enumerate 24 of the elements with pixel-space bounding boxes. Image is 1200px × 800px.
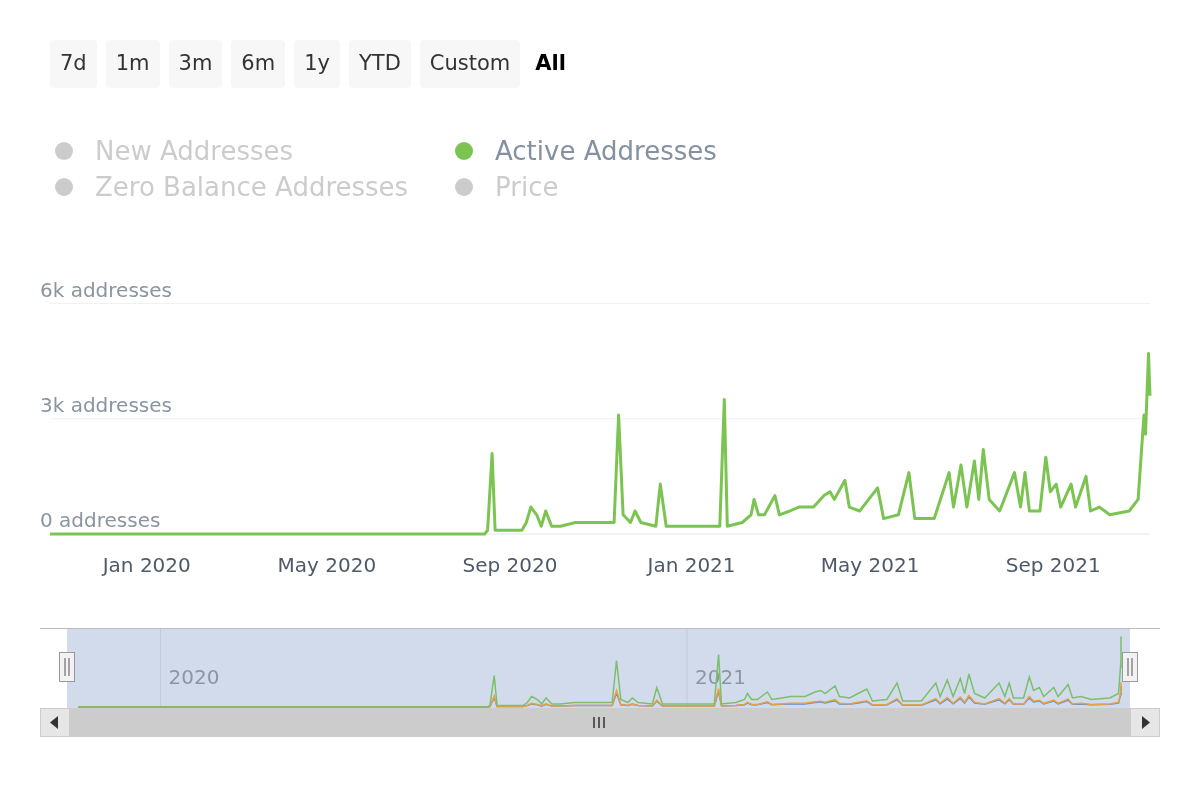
scrollbar-thumb[interactable] <box>67 708 1130 737</box>
x-axis-label: Sep 2021 <box>1005 553 1101 577</box>
range-button[interactable]: All <box>529 40 572 88</box>
navigator-handle[interactable] <box>1122 652 1138 682</box>
navigator-handle[interactable] <box>59 652 75 682</box>
navigator-label: 2020 <box>168 665 220 689</box>
y-axis-label: 0 addresses <box>40 508 161 532</box>
x-axis-label: Jan 2020 <box>102 553 191 577</box>
x-axis-label: Sep 2020 <box>462 553 558 577</box>
grip-icon <box>593 716 605 729</box>
range-button[interactable]: 6m <box>231 40 286 88</box>
y-axis-label: 6k addresses <box>40 277 172 302</box>
range-button[interactable]: YTD <box>349 40 411 88</box>
x-axis-label: May 2020 <box>277 553 377 577</box>
range-button[interactable]: 1y <box>294 40 340 88</box>
range-button[interactable]: Custom <box>419 40 521 88</box>
range-button[interactable]: 1m <box>105 40 160 88</box>
scroll-arrow-button[interactable] <box>40 708 70 737</box>
x-axis-label: Jan 2021 <box>647 553 736 577</box>
range-button[interactable]: 3m <box>168 40 223 88</box>
y-axis-label: 3k addresses <box>40 392 172 417</box>
x-axis-label: May 2021 <box>820 553 920 577</box>
scroll-arrow-button[interactable] <box>1130 708 1160 737</box>
range-button[interactable]: 7d <box>50 40 97 88</box>
